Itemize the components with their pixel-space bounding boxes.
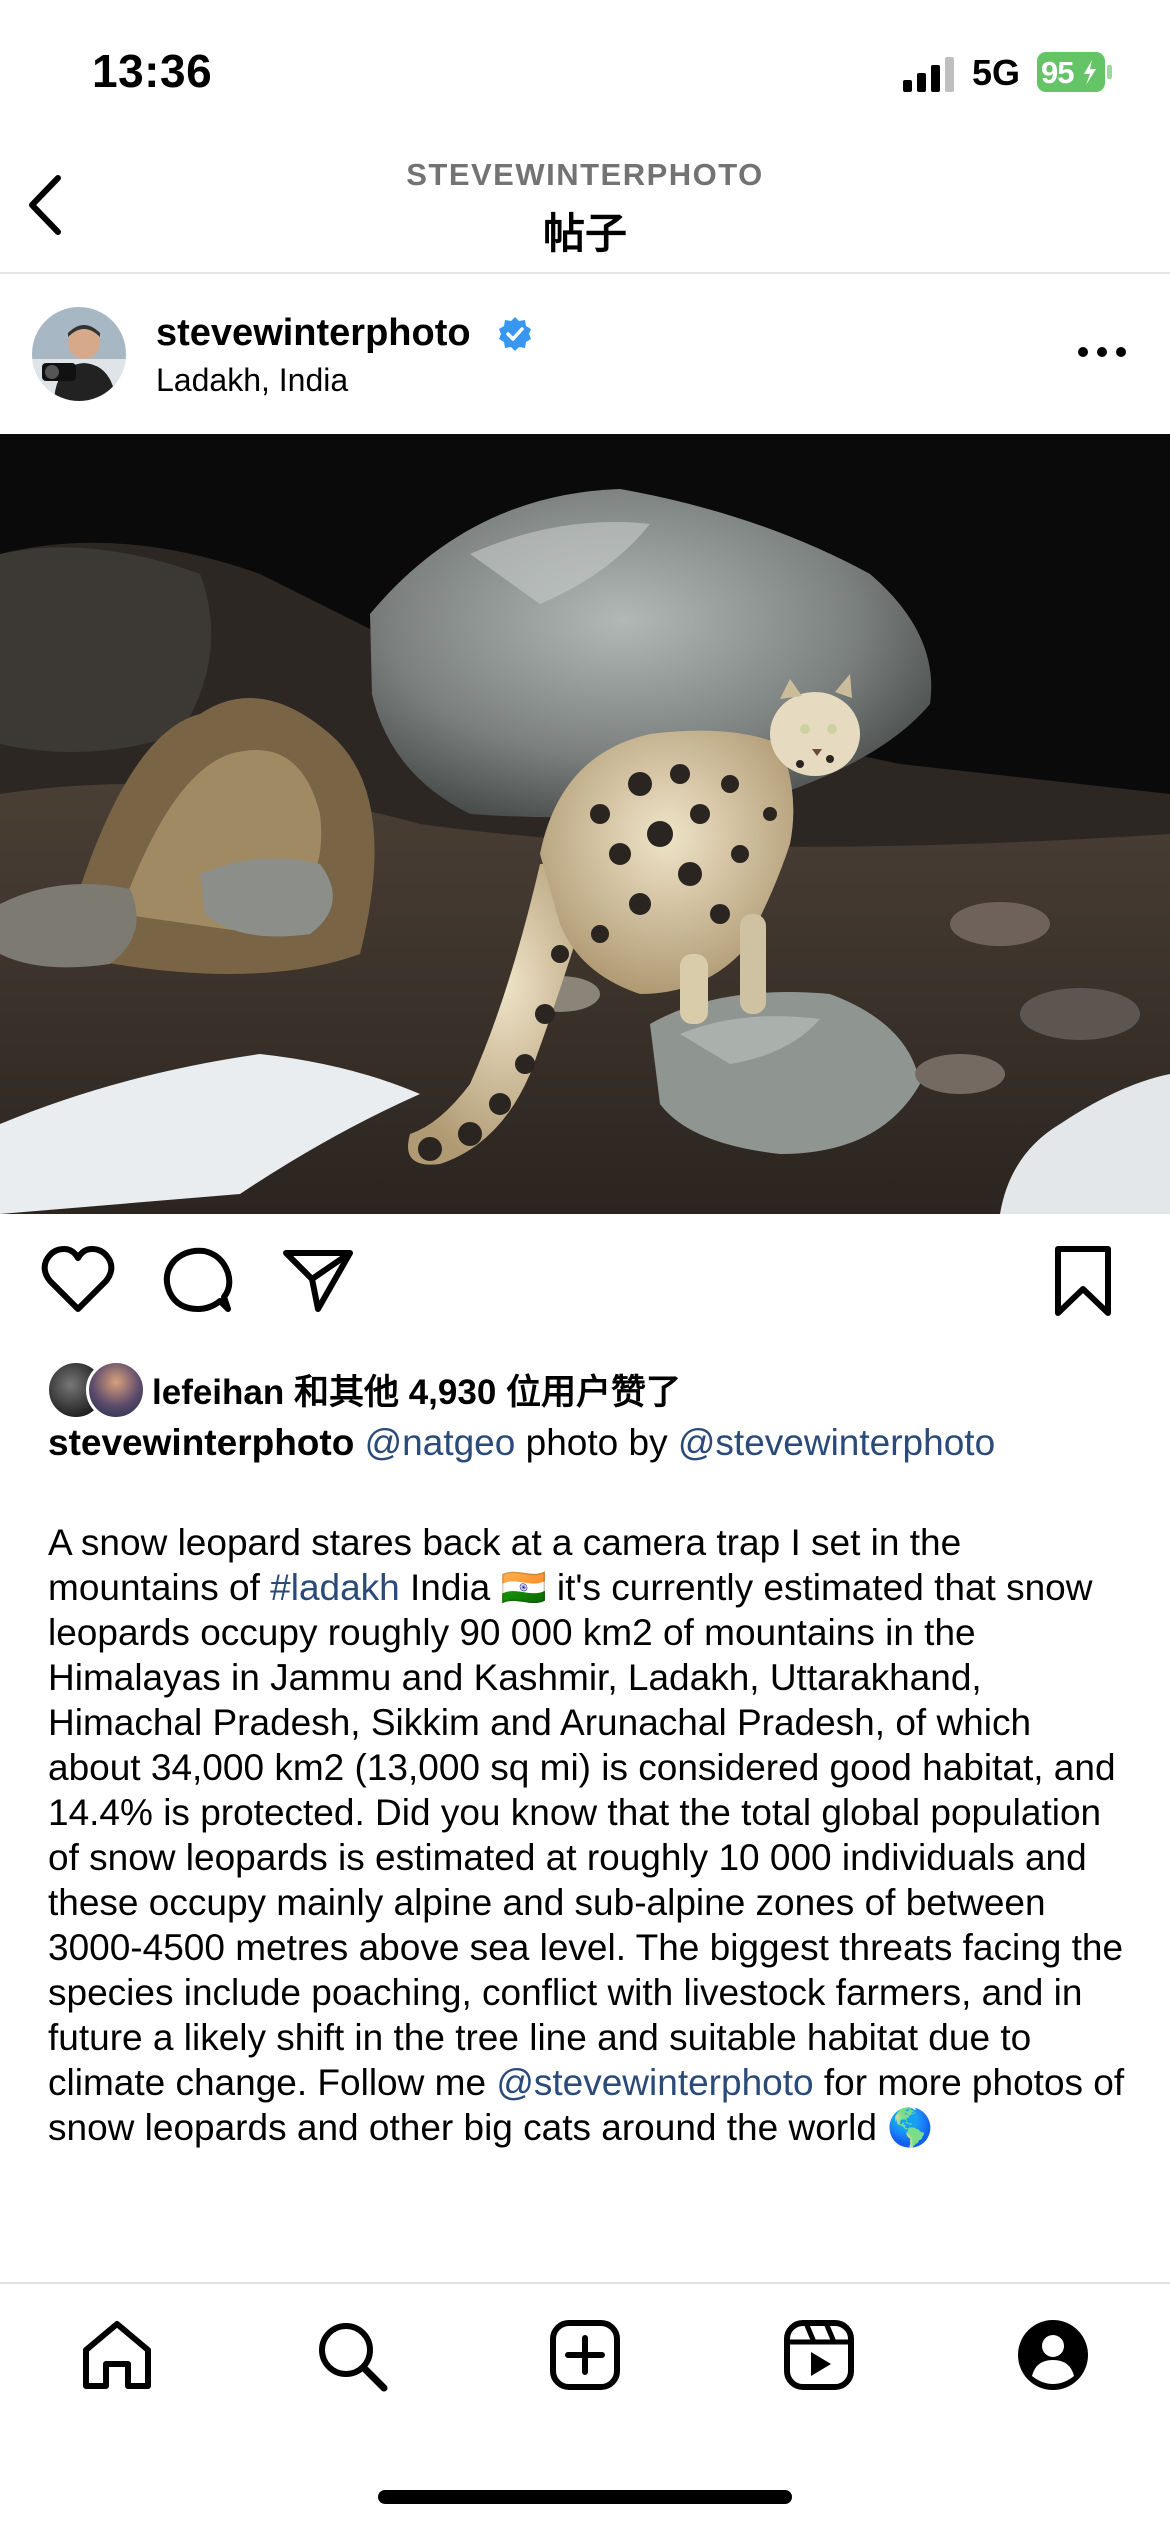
post-photo[interactable] — [0, 434, 1170, 1214]
avatar — [86, 1360, 146, 1420]
mention-link[interactable]: @stevewinterphoto — [496, 2062, 813, 2103]
caption-text: India 🇮🇳 it's currently estimated that s… — [48, 1567, 1124, 2103]
comment-icon[interactable] — [160, 1245, 236, 1315]
mention-link[interactable]: @stevewinterphoto — [678, 1422, 995, 1463]
create-icon[interactable] — [548, 2318, 622, 2392]
mention-link[interactable]: @natgeo — [365, 1422, 516, 1463]
snow-leopard-image — [0, 434, 1170, 1214]
post-location[interactable]: Ladakh, India — [156, 362, 348, 399]
caption-body: A snow leopard stares back at a camera t… — [48, 1520, 1128, 2150]
home-indicator — [378, 2490, 792, 2504]
status-time: 13:36 — [92, 45, 213, 97]
caption-text: photo by — [515, 1422, 678, 1463]
profile-icon[interactable] — [1016, 2318, 1090, 2392]
header-divider — [0, 272, 1170, 274]
post-username[interactable]: stevewinterphoto — [156, 312, 471, 355]
caption-header: stevewinterphoto @natgeo photo by @steve… — [48, 1422, 995, 1464]
avatar[interactable] — [32, 307, 126, 401]
home-icon[interactable] — [80, 2318, 154, 2392]
liker-avatars[interactable] — [46, 1360, 146, 1420]
avatar-image — [32, 307, 126, 401]
hashtag-link[interactable]: #ladakh — [270, 1567, 400, 1608]
reels-icon[interactable] — [782, 2318, 856, 2392]
page-title: 帖子 — [542, 210, 627, 257]
likes-summary[interactable]: lefeihan 和其他 4,930 位用户赞了 — [152, 1364, 681, 1415]
verified-badge-icon — [499, 317, 531, 351]
bookmark-icon[interactable] — [1048, 1245, 1118, 1317]
signal-icon — [903, 57, 954, 92]
send-icon[interactable] — [280, 1245, 356, 1315]
search-icon[interactable] — [314, 2318, 388, 2392]
battery-level: 95 — [1041, 55, 1074, 90]
heart-icon[interactable] — [40, 1245, 116, 1315]
caption-username[interactable]: stevewinterphoto — [48, 1422, 354, 1463]
more-icon[interactable] — [1075, 342, 1129, 362]
network-label: 5G — [972, 52, 1021, 93]
nav-divider — [0, 2282, 1170, 2284]
header-username: STEVEWINTERPHOTO — [406, 157, 764, 192]
battery-indicator: 95 — [1037, 52, 1113, 92]
